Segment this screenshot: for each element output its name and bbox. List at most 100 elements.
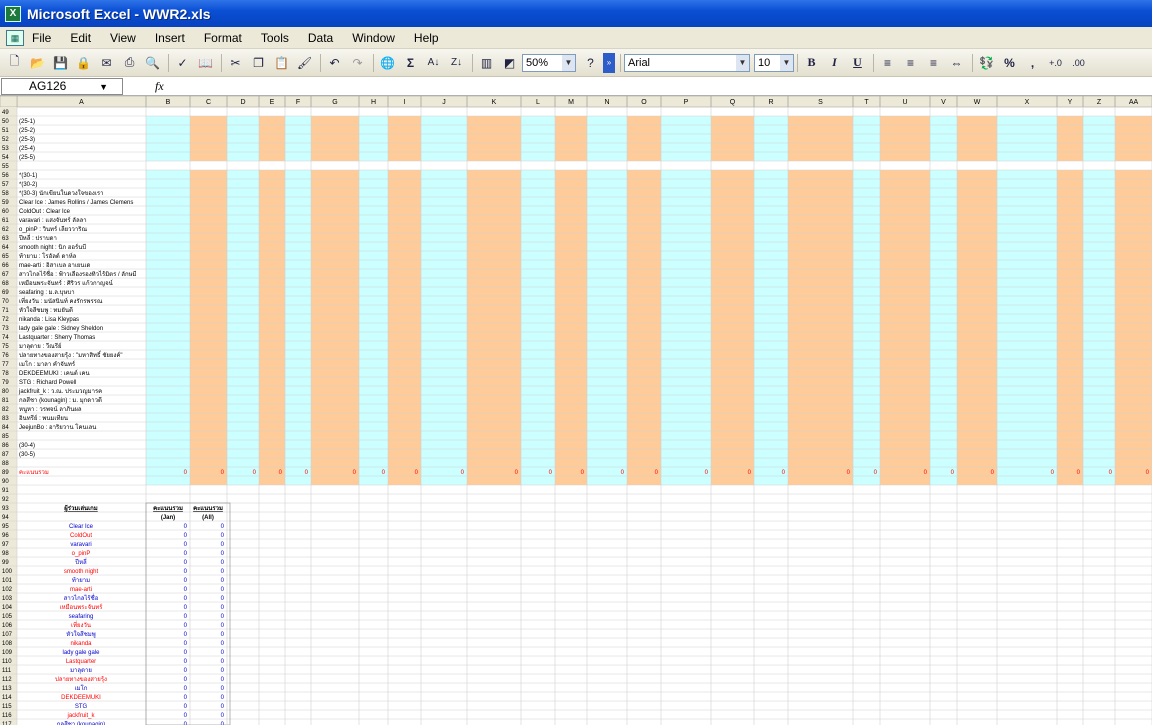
cut-icon[interactable]: ✂ xyxy=(225,53,246,73)
percent-icon[interactable]: % xyxy=(999,53,1020,73)
row-header-label[interactable]: 91 xyxy=(2,488,9,494)
row-header-label[interactable]: 59 xyxy=(2,200,9,206)
row-header-label[interactable]: 113 xyxy=(2,686,12,692)
row-header-label[interactable]: 105 xyxy=(2,614,13,620)
comma-style-icon[interactable]: , xyxy=(1022,53,1043,73)
bold-icon[interactable]: B xyxy=(801,53,822,73)
chevron-down-icon[interactable]: ▼ xyxy=(99,80,108,95)
zoom-select[interactable]: 50% ▼ xyxy=(522,53,576,72)
row-header-label[interactable]: 101 xyxy=(2,578,13,584)
sort-descending-icon[interactable]: Z↓ xyxy=(446,53,467,73)
paste-icon[interactable]: 📋 xyxy=(271,53,292,73)
spelling-icon[interactable]: ✓ xyxy=(172,53,193,73)
row-header-label[interactable]: 50 xyxy=(2,119,9,125)
fx-icon[interactable]: fx xyxy=(155,79,164,94)
row-header-label[interactable]: 98 xyxy=(2,551,9,557)
italic-icon[interactable]: I xyxy=(824,53,845,73)
row-header-label[interactable]: 92 xyxy=(2,497,9,503)
format-painter-icon[interactable]: 🖌 xyxy=(294,53,315,73)
sort-ascending-icon[interactable]: A↓ xyxy=(423,53,444,73)
row-header-label[interactable]: 100 xyxy=(2,569,13,575)
redo-icon[interactable]: ↷ xyxy=(347,53,368,73)
row-header-label[interactable]: 96 xyxy=(2,533,9,539)
research-icon[interactable]: 📖 xyxy=(195,53,216,73)
align-center-icon[interactable]: ≡ xyxy=(900,53,921,73)
menu-format[interactable]: Format xyxy=(204,31,242,45)
row-header-label[interactable]: 90 xyxy=(2,479,9,485)
chevron-down-icon[interactable]: ▼ xyxy=(736,54,749,71)
hyperlink-icon[interactable]: 🌐 xyxy=(377,53,398,73)
menu-window[interactable]: Window xyxy=(352,31,395,45)
chart-wizard-icon[interactable]: ▥ xyxy=(476,53,497,73)
row-header-label[interactable]: 107 xyxy=(2,632,13,638)
row-header-label[interactable]: 55 xyxy=(2,164,9,170)
undo-icon[interactable]: ↶ xyxy=(324,53,345,73)
row-header-label[interactable]: 53 xyxy=(2,146,9,152)
menu-data[interactable]: Data xyxy=(308,31,333,45)
row-header-label[interactable]: 77 xyxy=(2,362,9,368)
row-header-label[interactable]: 61 xyxy=(2,218,9,224)
row-header-label[interactable]: 99 xyxy=(2,560,9,566)
row-header-label[interactable]: 49 xyxy=(2,110,9,116)
row-header-label[interactable]: 84 xyxy=(2,425,9,431)
toolbar-options-icon[interactable]: » xyxy=(603,52,615,73)
name-box[interactable]: AG126 ▼ xyxy=(1,77,123,95)
row-header-label[interactable]: 108 xyxy=(2,641,13,647)
row-header-label[interactable]: 58 xyxy=(2,191,9,197)
save-icon[interactable]: 💾 xyxy=(50,53,71,73)
align-left-icon[interactable]: ≡ xyxy=(877,53,898,73)
underline-icon[interactable]: U xyxy=(847,53,868,73)
row-header-label[interactable]: 89 xyxy=(2,470,9,476)
email-icon[interactable]: ✉ xyxy=(96,53,117,73)
row-header-label[interactable]: 109 xyxy=(2,650,13,656)
increase-decimal-icon[interactable]: +.0 xyxy=(1045,53,1066,73)
row-header-label[interactable]: 75 xyxy=(2,344,9,350)
row-header-label[interactable]: 102 xyxy=(2,587,13,593)
menu-help[interactable]: Help xyxy=(414,31,439,45)
row-header-label[interactable]: 82 xyxy=(2,407,9,413)
currency-icon[interactable]: 💱 xyxy=(976,53,997,73)
chevron-down-icon[interactable]: ▼ xyxy=(562,54,575,71)
row-header-label[interactable]: 97 xyxy=(2,542,9,548)
row-header-label[interactable]: 74 xyxy=(2,335,9,341)
row-header-label[interactable]: 67 xyxy=(2,272,9,278)
menu-edit[interactable]: Edit xyxy=(70,31,91,45)
row-header-label[interactable]: 80 xyxy=(2,389,9,395)
row-header-label[interactable]: 79 xyxy=(2,380,9,386)
menu-tools[interactable]: Tools xyxy=(261,31,289,45)
row-header-label[interactable]: 112 xyxy=(2,677,12,683)
new-icon[interactable]: 🗋 xyxy=(4,53,25,73)
row-header-label[interactable]: 87 xyxy=(2,452,9,458)
merge-center-icon[interactable]: ⇔ xyxy=(946,53,967,73)
row-header-label[interactable]: 65 xyxy=(2,254,9,260)
menu-insert[interactable]: Insert xyxy=(155,31,185,45)
select-all-corner[interactable] xyxy=(0,96,18,108)
print-icon[interactable]: ⎙ xyxy=(119,53,140,73)
row-header-label[interactable]: 73 xyxy=(2,326,9,332)
row-header-label[interactable]: 57 xyxy=(2,182,9,188)
row-header-label[interactable]: 63 xyxy=(2,236,9,242)
row-header-label[interactable]: 72 xyxy=(2,317,9,323)
row-header-label[interactable]: 68 xyxy=(2,281,9,287)
help-icon[interactable]: ? xyxy=(580,53,601,73)
autosum-icon[interactable]: Σ xyxy=(400,53,421,73)
copy-icon[interactable]: ❐ xyxy=(248,53,269,73)
row-header-label[interactable]: 85 xyxy=(2,434,9,440)
row-header-label[interactable]: 114 xyxy=(2,695,12,701)
menu-file[interactable]: File xyxy=(32,31,51,45)
workbook-icon[interactable]: ▦ xyxy=(6,29,24,46)
row-header-label[interactable]: 66 xyxy=(2,263,9,269)
font-select[interactable]: Arial ▼ xyxy=(624,53,750,72)
row-header-label[interactable]: 70 xyxy=(2,299,9,305)
row-header-label[interactable]: 51 xyxy=(2,128,9,134)
row-header-label[interactable]: 86 xyxy=(2,443,9,449)
row-header-label[interactable]: 78 xyxy=(2,371,9,377)
print-preview-icon[interactable]: 🔍 xyxy=(142,53,163,73)
row-header-label[interactable]: 95 xyxy=(2,524,9,530)
font-size-select[interactable]: 10 ▼ xyxy=(754,53,794,72)
permission-icon[interactable]: 🔒 xyxy=(73,53,94,73)
row-header-label[interactable]: 104 xyxy=(2,605,13,611)
row-header-label[interactable]: 94 xyxy=(2,515,9,521)
menu-view[interactable]: View xyxy=(110,31,136,45)
row-header-label[interactable]: 83 xyxy=(2,416,9,422)
